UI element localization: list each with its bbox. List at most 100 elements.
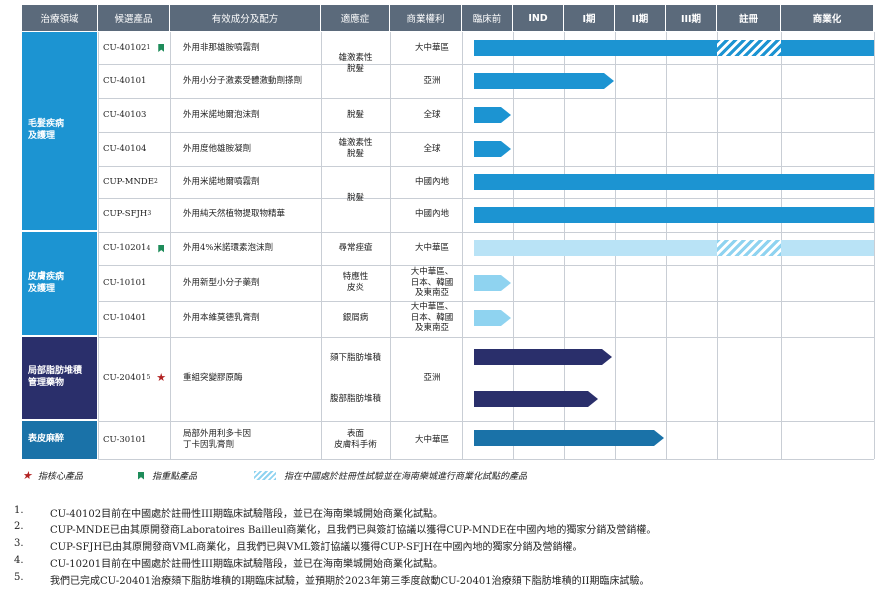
- commercial-rights: 大中華區: [414, 243, 449, 254]
- header-indication: 適應症: [321, 5, 390, 31]
- progress-bar: [474, 40, 874, 56]
- formulation: 外用米諾地爾泡沫劑: [183, 109, 260, 120]
- indication-submental-fat: 頦下脂肪堆積: [329, 352, 381, 363]
- candidate-code: CUP-MNDE: [103, 176, 154, 187]
- footnote-text: 我們已完成CU-20401治療頦下脂肪堆積的I期臨床試驗，並預期於2023年第三…: [50, 576, 650, 587]
- commercial-rights: 大中華區、 日本、韓國 及東南亞: [410, 302, 454, 334]
- commercial-rights: 大中華區: [414, 434, 449, 445]
- formulation: 重組突變膠原酶: [183, 372, 243, 383]
- header-formulation: 有效成分及配方: [170, 5, 321, 31]
- header-phase2: II期: [615, 5, 666, 31]
- column-divider: [390, 32, 391, 459]
- indication-acne: 尋常痤瘡: [338, 243, 373, 254]
- category-anesthesia: 表皮麻醉: [22, 421, 97, 459]
- header-phase3: III期: [666, 5, 717, 31]
- legend-core-label: 指核心產品: [37, 472, 83, 482]
- category-fat: 局部脂肪堆積 管理藥物: [22, 337, 97, 419]
- candidate-cu-40103: CU-40103: [103, 98, 183, 132]
- formulation: 外用4%米諾環素泡沫劑: [183, 243, 273, 254]
- commercial-rights: 全球: [423, 109, 441, 120]
- indication-surgery: 表面 皮膚科手術: [334, 429, 377, 450]
- progress-bar: [474, 174, 874, 190]
- legend-key: 指重點產品: [138, 469, 197, 482]
- footnote-number: 5.: [14, 572, 24, 583]
- hatched-segment: [717, 240, 781, 256]
- progress-bar: [474, 349, 612, 365]
- candidate-code: CU-10101: [103, 277, 147, 288]
- progress-bar: [474, 240, 874, 256]
- footnote-number: 1.: [14, 505, 24, 516]
- candidate-code: CU-10201: [103, 243, 147, 254]
- category-hair: 毛髮疾病 及護理: [22, 32, 97, 230]
- footnote-text: CUP-SFJH已由其原開發商VML商業化，且我們已與VML簽訂協議以獲得CUP…: [50, 542, 583, 553]
- footnote: 4. CU-10201目前在中國處於註冊性III期臨床試驗階段，並已在海南樂城開始…: [14, 555, 443, 570]
- candidate-code: CU-40102: [103, 42, 147, 53]
- formulation: 局部外用利多卡因 丁卡因乳膏劑: [183, 429, 252, 450]
- indication-abdominal-fat: 腹部脂肪堆積: [329, 393, 381, 404]
- candidate-code: CU-40103: [103, 109, 147, 120]
- footnote-number: 3.: [14, 538, 24, 549]
- footnote-text: CU-10201目前在中國處於註冊性III期臨床試驗階段，並已在海南樂城開始商業…: [50, 559, 443, 570]
- flag-icon: [138, 471, 144, 480]
- row-divider: [98, 459, 874, 460]
- flag-icon: [158, 244, 165, 253]
- legend-hatched-label: 指在中國處於註冊性試驗並在海南樂城進行商業化試點的產品: [284, 472, 528, 482]
- footnote-ref: 4: [146, 244, 151, 252]
- formulation: 外用小分子激素受體激動劑搽劑: [183, 75, 303, 86]
- header-registration: 註冊: [717, 5, 781, 31]
- candidate-cup-sfjh: CUP-SFJH 3: [103, 198, 183, 230]
- footnote: 1. CU-40102目前在中國處於註冊性III期臨床試驗階段，並已在海南樂城開始…: [14, 505, 443, 520]
- formulation: 外用度他雄胺凝劑: [183, 143, 252, 154]
- footnote-ref: 1: [146, 44, 151, 52]
- progress-bar: [474, 391, 598, 407]
- footnote-number: 4.: [14, 555, 24, 566]
- category-skin: 皮膚疾病 及護理: [22, 232, 97, 335]
- footnote: 2. CUP-MNDE已由其原開發商Laboratoires Bailleul商業…: [14, 521, 656, 536]
- candidate-cu-10401: CU-10401: [103, 301, 183, 335]
- hatched-swatch-icon: [254, 471, 276, 480]
- legend-core: ★ 指核心產品: [22, 469, 83, 482]
- candidate-code: CUP-SFJH: [103, 208, 148, 219]
- progress-bar: [474, 141, 511, 157]
- candidate-cu-10201: CU-10201 4: [103, 232, 183, 265]
- candidate-code: CU-40104: [103, 143, 147, 154]
- formulation: 外用純天然植物提取物精華: [183, 208, 286, 219]
- formulation: 外用非那雄胺噴霧劑: [183, 42, 260, 53]
- candidate-code: CU-40101: [103, 75, 147, 86]
- footnote-number: 2.: [14, 521, 24, 532]
- header-phase1: I期: [564, 5, 615, 31]
- commercial-rights: 亞洲: [423, 372, 441, 383]
- progress-bar: [474, 275, 511, 291]
- flag-icon: [158, 44, 165, 52]
- header-area: 治療領域: [22, 5, 98, 31]
- candidate-cu-40101: CU-40101: [103, 64, 183, 98]
- header-ind: IND: [513, 5, 564, 31]
- indication-hairloss-1: 脫髮: [346, 109, 364, 120]
- footnote-ref: 2: [153, 178, 158, 186]
- commercial-rights: 亞洲: [423, 75, 441, 86]
- indication-atopic-dermatitis: 特應性 皮炎: [342, 272, 369, 293]
- header-preclinical: 臨床前: [462, 5, 513, 31]
- commercial-rights: 大中華區: [414, 42, 449, 53]
- column-divider: [98, 32, 99, 459]
- commercial-rights: 中國內地: [414, 208, 449, 219]
- header-commercial: 商業化: [781, 5, 874, 31]
- candidate-code: CU-30101: [103, 434, 147, 445]
- header-candidate: 候選產品: [98, 5, 170, 31]
- indication-hairloss-2: 脫髮: [346, 192, 364, 203]
- legend-key-label: 指重點產品: [152, 472, 198, 482]
- progress-bar: [474, 430, 664, 446]
- column-divider: [874, 32, 875, 459]
- candidate-cu-30101: CU-30101: [103, 421, 183, 459]
- header-rights: 商業權利: [390, 5, 462, 31]
- candidate-cu-10101: CU-10101: [103, 265, 183, 301]
- candidate-cu-40102: CU-40102 1: [103, 32, 183, 64]
- star-icon: ★: [156, 371, 167, 385]
- indication-psoriasis: 銀屑病: [342, 312, 369, 323]
- hatched-segment: [717, 40, 781, 56]
- candidate-cu-40104: CU-40104: [103, 132, 183, 166]
- indication-aga-1: 雄激素性 脫髮: [338, 53, 373, 74]
- formulation: 外用米諾地爾噴霧劑: [183, 176, 260, 187]
- progress-bar: [474, 310, 511, 326]
- commercial-rights: 全球: [423, 143, 441, 154]
